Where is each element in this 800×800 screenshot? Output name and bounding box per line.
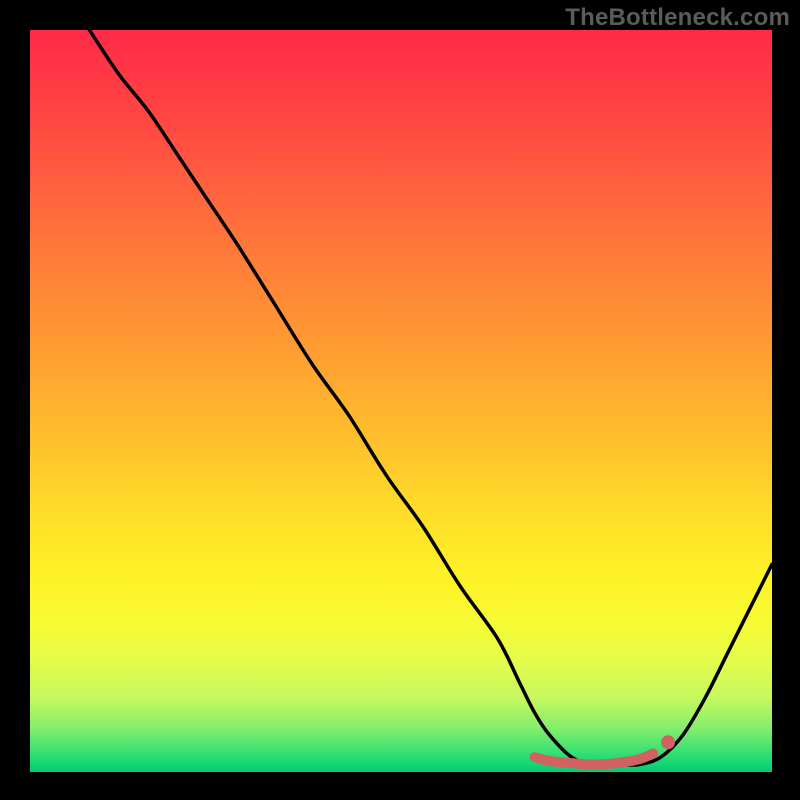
trough-marker [661,735,675,749]
plot-area [30,30,772,772]
bottleneck-curve [89,30,772,765]
chart-svg [30,30,772,772]
trough-highlight [535,754,654,765]
watermark-text: TheBottleneck.com [565,4,790,32]
chart-frame: TheBottleneck.com [0,0,800,800]
